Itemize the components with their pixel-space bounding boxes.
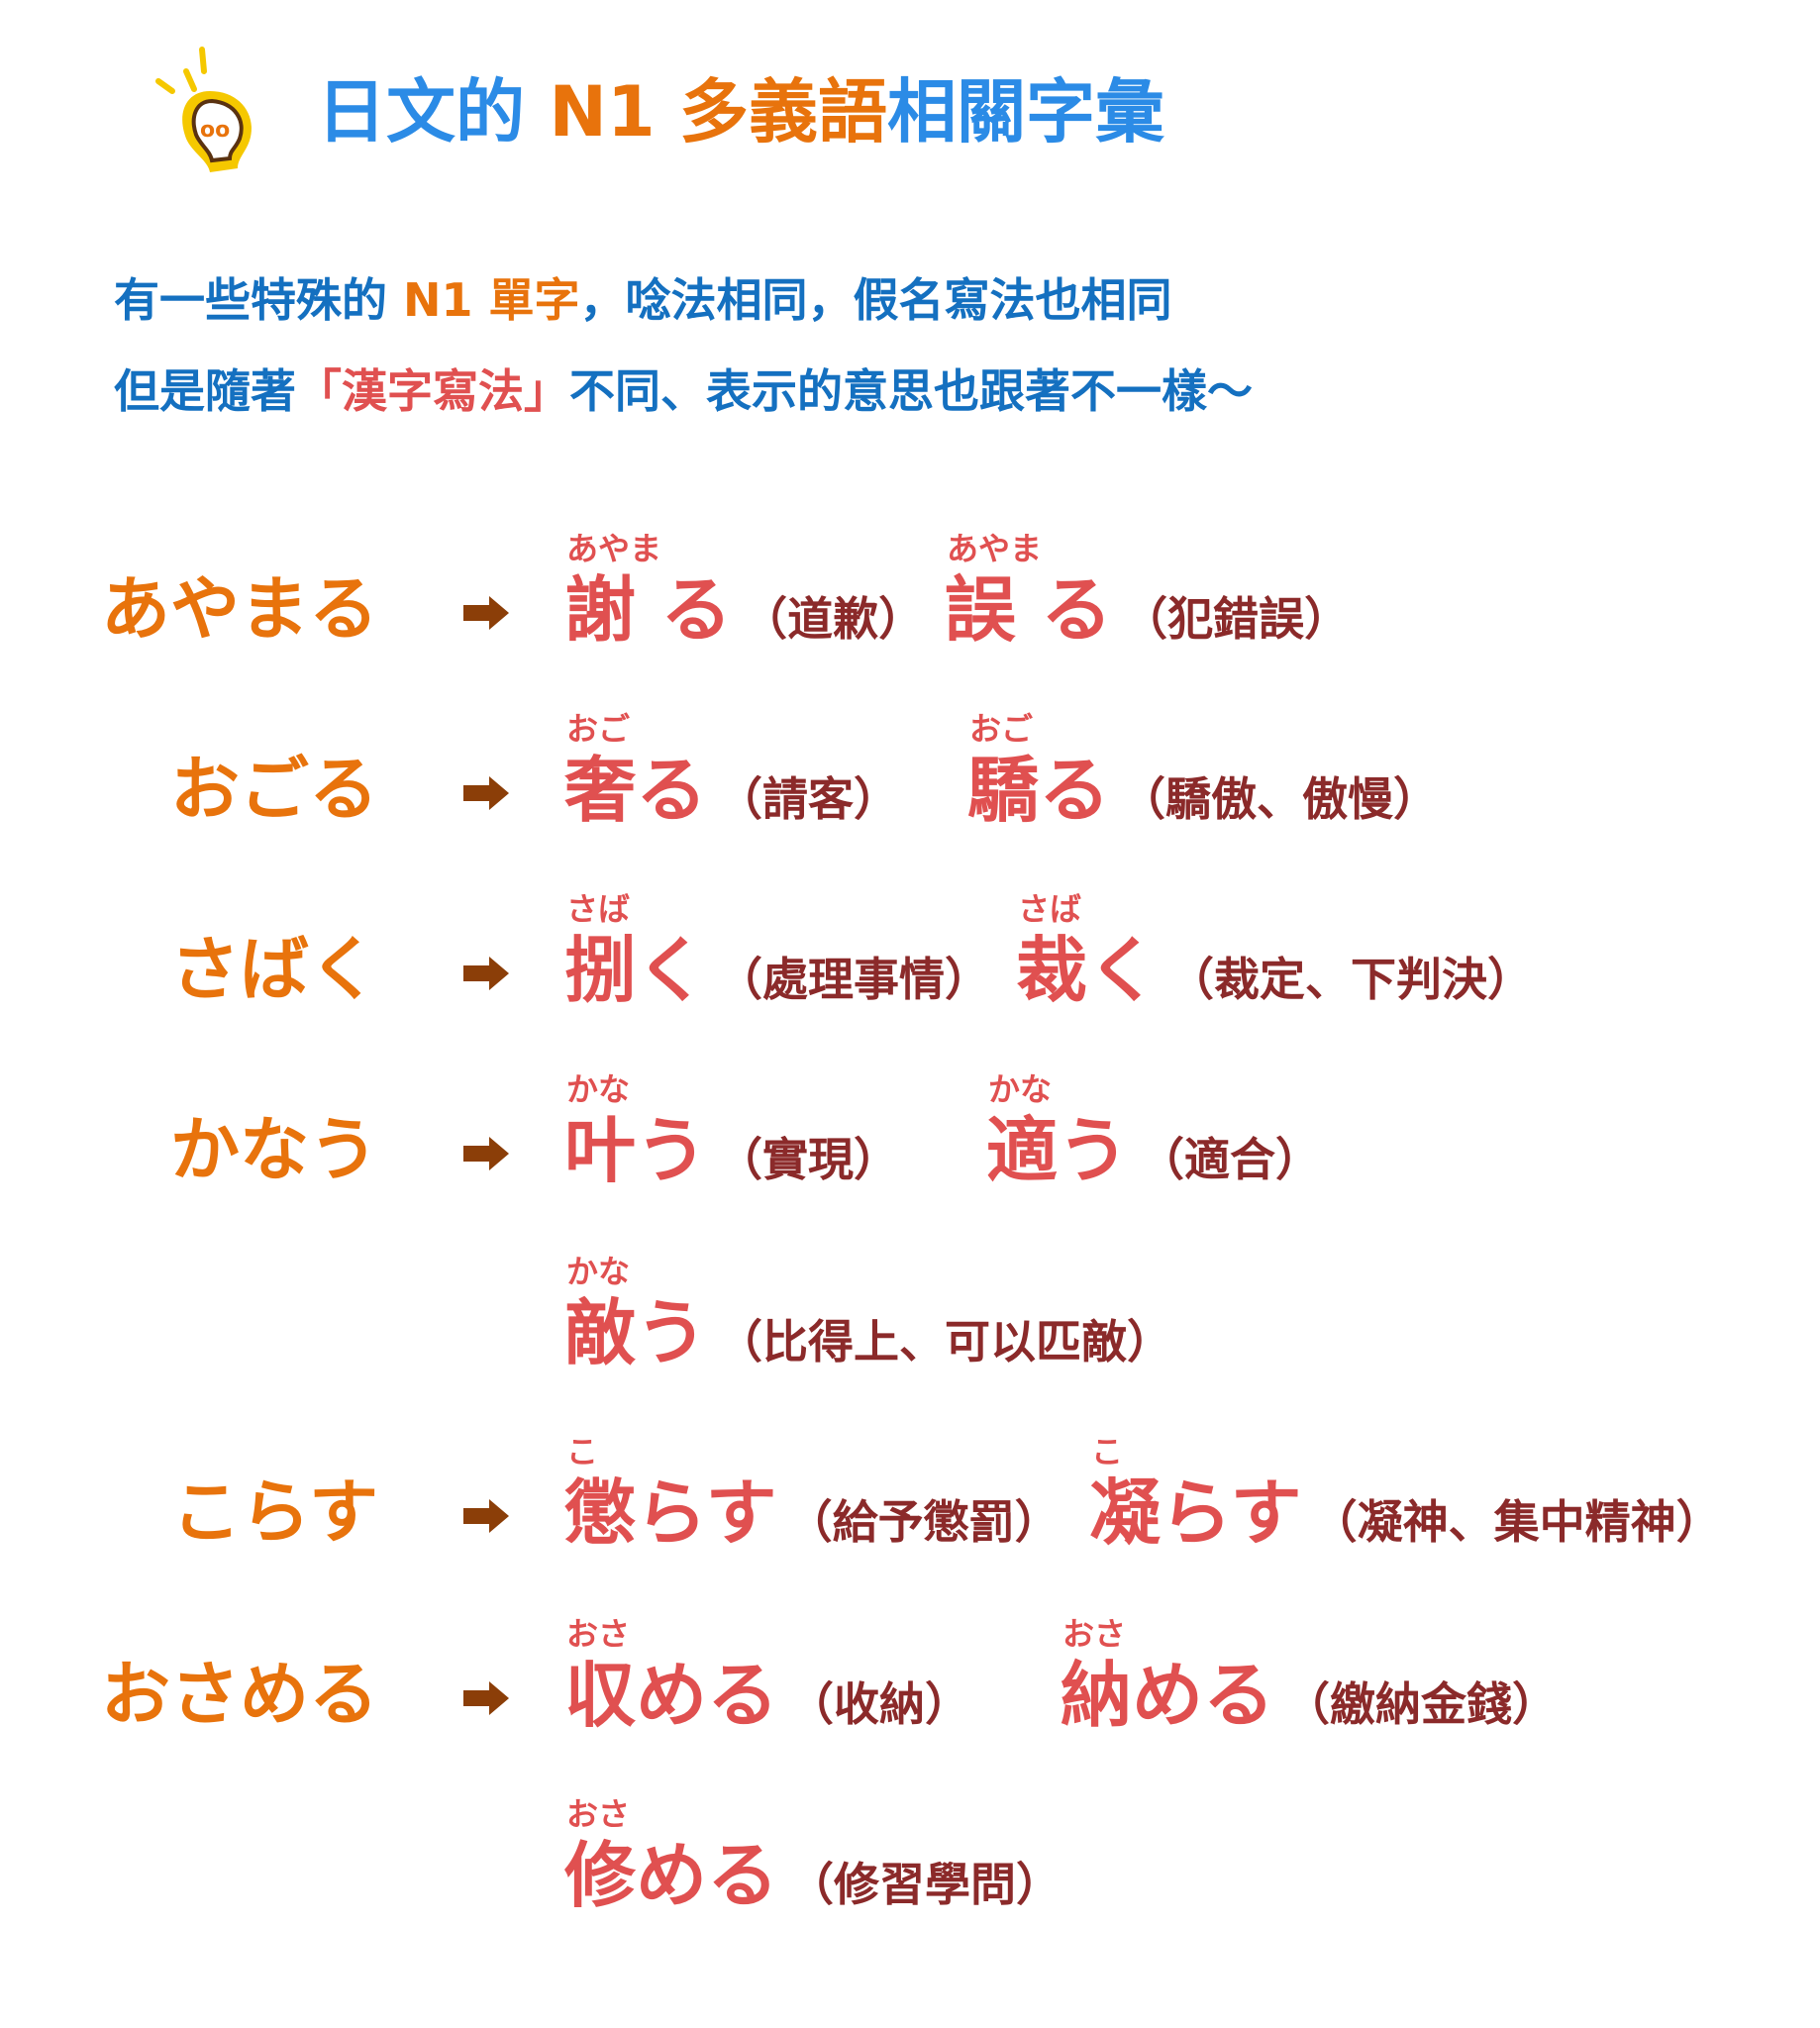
vocab-entry: かな 適う （適合） <box>986 1073 1322 1186</box>
furigana: かな <box>988 1070 1053 1108</box>
kanji-text: 納める <box>1061 1654 1275 1737</box>
arrow-right-icon <box>461 1137 511 1170</box>
reading-kana: かなう <box>170 1109 378 1190</box>
lightbulb-icon: oo <box>147 42 265 175</box>
vocab-entry: おさ 修める （修習學問） <box>564 1798 1062 1911</box>
meaning: （處理事情） <box>717 953 991 1006</box>
meaning: （修習學問） <box>788 1858 1062 1911</box>
vocab-entry: おご 奢る （請客） <box>564 713 900 826</box>
kanji-text: 収める <box>564 1654 779 1737</box>
kanji-text: 適う <box>986 1109 1130 1192</box>
title-part3: 相關字彙 <box>887 71 1165 152</box>
reading-kana: あやまる <box>101 568 378 650</box>
meaning: （驕傲、傲慢） <box>1120 772 1440 826</box>
furigana: かな <box>566 1070 631 1108</box>
meaning: （給予懲罰） <box>786 1495 1061 1549</box>
meaning: （請客） <box>717 772 900 826</box>
vocab-entry: こ懲らす （給予懲罰） <box>564 1436 1061 1549</box>
intro-text: 有一些特殊的 <box>114 273 387 327</box>
meaning: （適合） <box>1139 1133 1322 1186</box>
kanji-text: 誤 る <box>945 568 1113 652</box>
vocab-entry: かな 敵う （比得上、可以匹敵） <box>564 1256 1173 1369</box>
kanji-word: かな 適う <box>986 1073 1129 1186</box>
kanji-text: 懲らす <box>564 1471 777 1555</box>
furigana: さば <box>1018 890 1082 928</box>
vocab-entry: あやま誤 る（犯錯誤） <box>945 533 1351 646</box>
page-title: 日文的 N1 多義語相關字彙 <box>317 77 1164 147</box>
kanji-text: 裁く <box>1016 929 1160 1012</box>
vocab-entry: おさ 納める （繳納金錢） <box>1061 1618 1559 1731</box>
arrow-right-icon <box>461 1681 511 1715</box>
furigana: こ <box>1091 1433 1124 1470</box>
reading-kana: こらす <box>171 1471 378 1553</box>
furigana: おさ <box>566 1615 631 1653</box>
kanji-text: 敵う <box>564 1291 708 1374</box>
svg-text:oo: oo <box>200 118 230 143</box>
vocab-entry: おさ 収める （收納） <box>564 1618 971 1731</box>
kanji-text: 奢る <box>564 749 708 832</box>
kanji-word: おご 奢る <box>564 713 707 826</box>
reading-kana: おごる <box>170 749 378 830</box>
vocab-entry: さば 捌く （處理事情） <box>564 893 991 1006</box>
vocab-entry: かな 叶う （實現） <box>564 1073 900 1186</box>
arrow-right-icon <box>461 957 511 990</box>
meaning: （實現） <box>717 1133 900 1186</box>
kanji-word: おさ 修める <box>564 1798 778 1911</box>
vocab-entry: こ凝らす （凝神、集中精神） <box>1089 1436 1722 1549</box>
title-part2: N1 多義語 <box>549 71 888 152</box>
meaning: （凝神、集中精神） <box>1311 1495 1722 1549</box>
furigana: おご <box>969 710 1034 748</box>
intro-text: 但是隨著 <box>114 364 296 418</box>
intro-highlight: N1 單字 <box>403 273 580 327</box>
intro-text: ，唸法相同，假名寫法也相同 <box>579 273 1172 327</box>
kanji-word: おご 驕る <box>967 713 1110 826</box>
arrow-right-icon <box>461 1499 511 1533</box>
kanji-text: 凝らす <box>1089 1471 1302 1555</box>
kanji-text: 驕る <box>967 749 1111 832</box>
kanji-word: あやま謝 る <box>564 533 732 646</box>
kanji-word: さば 裁く <box>1016 893 1159 1006</box>
furigana: あやま <box>947 530 1043 567</box>
kanji-word: おさ 収める <box>564 1618 778 1731</box>
meaning: （繳納金錢） <box>1284 1677 1559 1731</box>
intro-line-2: 但是隨著「漢字寫法」不同、表示的意思也跟著不一樣～ <box>114 368 1253 414</box>
furigana: おさ <box>566 1795 631 1833</box>
meaning: （收納） <box>788 1677 971 1731</box>
kanji-word: かな 叶う <box>564 1073 707 1186</box>
kanji-word: こ懲らす <box>564 1436 777 1549</box>
kanji-text: 修める <box>564 1834 779 1917</box>
kanji-word: こ凝らす <box>1089 1436 1302 1549</box>
furigana: さば <box>566 890 631 928</box>
meaning: （比得上、可以匹敵） <box>717 1315 1173 1369</box>
kanji-text: 捌く <box>564 929 708 1012</box>
title-part1: 日文的 <box>317 71 525 152</box>
kanji-word: さば 捌く <box>564 893 707 1006</box>
intro-line-1: 有一些特殊的 N1 單字，唸法相同，假名寫法也相同 <box>114 277 1172 323</box>
furigana: こ <box>566 1433 599 1470</box>
kanji-word: おさ 納める <box>1061 1618 1274 1731</box>
furigana: おご <box>566 710 631 748</box>
meaning: （犯錯誤） <box>1122 592 1351 646</box>
arrow-right-icon <box>461 596 511 630</box>
arrow-right-icon <box>461 776 511 810</box>
furigana: かな <box>566 1253 631 1290</box>
furigana: あやま <box>566 530 662 567</box>
reading-kana: さばく <box>170 929 378 1010</box>
kanji-text: 叶う <box>564 1109 708 1192</box>
kanji-word: かな 敵う <box>564 1256 707 1369</box>
vocab-entry: おご 驕る （驕傲、傲慢） <box>967 713 1440 826</box>
furigana: おさ <box>1062 1615 1127 1653</box>
reading-kana: おさめる <box>101 1654 378 1735</box>
vocab-entry: さば 裁く （裁定、下判決） <box>1016 893 1534 1006</box>
intro-highlight: 「漢字寫法」 <box>296 364 569 418</box>
vocab-entry: あやま謝 る（道歉） <box>564 533 925 646</box>
kanji-word: あやま誤 る <box>945 533 1112 646</box>
meaning: （道歉） <box>742 592 925 646</box>
kanji-text: 謝 る <box>564 568 733 652</box>
meaning: （裁定、下判決） <box>1168 953 1534 1006</box>
intro-text: 不同、表示的意思也跟著不一樣～ <box>569 364 1253 418</box>
